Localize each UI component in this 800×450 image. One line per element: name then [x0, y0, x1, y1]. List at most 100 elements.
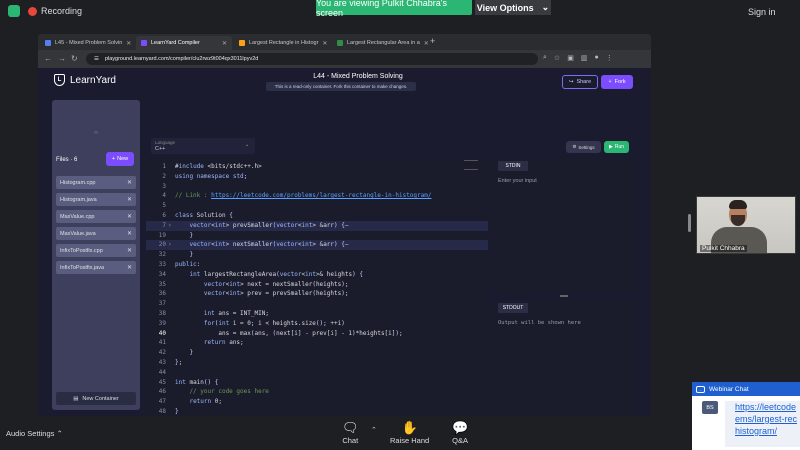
code-line[interactable]: 19 } [146, 231, 488, 241]
recording-icon [28, 7, 37, 16]
close-icon[interactable]: ✕ [127, 247, 132, 254]
reload-icon[interactable]: ↻ [71, 54, 78, 63]
share-button[interactable]: ↪ Share [562, 75, 598, 89]
code-line[interactable]: 43}; [146, 358, 488, 368]
language-select[interactable]: Language C++ ⌄ [151, 138, 255, 154]
code-editor[interactable]: 1 #include <bits/stdc++.h> 2 using namespac… [146, 158, 488, 416]
pane-divider[interactable] [492, 293, 636, 300]
drag-handle-icon[interactable] [560, 295, 568, 297]
file-item[interactable]: MaxValue.java ✕ [56, 227, 136, 240]
file-item[interactable]: Histogram.java ✕ [56, 193, 136, 206]
qa-label: Q&A [452, 436, 469, 445]
close-icon[interactable]: ✕ [127, 213, 132, 220]
star-icon[interactable]: ☆ [554, 54, 560, 62]
chat-header[interactable]: … Webinar Chat [692, 382, 800, 396]
site-info-icon[interactable]: ☰ [94, 56, 99, 62]
fork-icon: ⑂ [608, 79, 612, 85]
code-line[interactable]: 33 public: [146, 260, 488, 270]
brand-logo[interactable]: L LearnYard [54, 74, 116, 86]
code-text: } [189, 251, 194, 259]
code-text: vector<int> nextSmaller(vector<int> &arr… [189, 241, 349, 249]
code-line[interactable]: 39 for(int i = 0; i < heights.size(); ++… [146, 319, 488, 329]
browser-window: L45 - Mixed Problem Solvin ✕ LearnYard Co… [38, 34, 651, 416]
stdin-placeholder: Enter your input [498, 178, 537, 184]
view-options-button[interactable]: View Options ⌄ [475, 0, 551, 15]
fold-toggle-icon[interactable]: › [168, 221, 172, 231]
new-file-button[interactable]: + New [106, 152, 134, 166]
raise-hand-button[interactable]: ✋ Raise Hand [390, 420, 429, 445]
code-line[interactable]: 3 [146, 182, 488, 192]
webinar-chat-panel: … Webinar Chat BS https://leetcode ems/la… [692, 382, 800, 450]
new-container-button[interactable]: ▤ New Container [56, 392, 136, 405]
new-tab-icon[interactable]: + [430, 36, 435, 46]
code-line[interactable]: 2 using namespace std; [146, 172, 488, 182]
code-line[interactable]: 38 int ans = INT_MIN; [146, 309, 488, 319]
close-icon[interactable]: ✕ [127, 264, 132, 271]
code-line[interactable]: 1 #include <bits/stdc++.h> [146, 162, 488, 172]
code-line[interactable]: 48} [146, 407, 488, 416]
extension-icon[interactable]: ▣ [567, 54, 574, 62]
code-line[interactable]: 32 } [146, 250, 488, 260]
code-line[interactable]: 47 return 0; [146, 397, 488, 407]
stdout-label: STDOUT [498, 303, 528, 313]
code-line[interactable]: 5 [146, 201, 488, 211]
audio-settings-button[interactable]: Audio Settings ⌃ [6, 429, 63, 438]
forward-icon[interactable]: → [58, 54, 66, 63]
chevron-up-icon[interactable]: ⌃ [371, 426, 377, 434]
back-icon[interactable]: ← [44, 54, 52, 63]
url-input[interactable]: ☰ playground.learnyard.com/compiler/clu2r… [86, 53, 538, 65]
close-icon[interactable]: ✕ [126, 40, 131, 47]
file-item[interactable]: MaxValue.cpp ✕ [56, 210, 136, 223]
code-line[interactable]: 36 vector<int> prev = prevSmaller(height… [146, 289, 488, 299]
code-line[interactable]: 44 [146, 368, 488, 378]
stdin-pane[interactable]: STDIN Enter your input [492, 158, 636, 293]
code-line[interactable]: 42 } [146, 348, 488, 358]
profile-icon[interactable]: ● [594, 54, 598, 62]
close-icon[interactable]: ✕ [127, 230, 132, 237]
line-number: 45 [158, 378, 166, 386]
chat-message-link[interactable]: https://leetcode ems/largest-rec histogr… [725, 401, 800, 447]
sign-in-link[interactable]: Sign in [748, 7, 776, 17]
browser-tab[interactable]: Largest Rectangular Area in a ✕ [332, 36, 428, 50]
chat-button[interactable]: 🗨 Chat [342, 420, 359, 445]
code-line[interactable]: 34 int largestRectangleArea(vector<int>&… [146, 270, 488, 280]
file-item[interactable]: InfixToPostfix.cpp ✕ [56, 244, 136, 257]
line-number: 37 [158, 300, 166, 308]
run-button[interactable]: ▶ Run [604, 141, 629, 153]
code-line[interactable]: 35 vector<int> next = nextSmaller(height… [146, 280, 488, 290]
browser-tab[interactable]: L45 - Mixed Problem Solvin ✕ [40, 36, 134, 50]
code-line[interactable]: 45 int main() { [146, 378, 488, 388]
sidebar-icon[interactable]: ▥ [581, 54, 588, 62]
security-shield-icon[interactable] [8, 5, 20, 17]
file-item[interactable]: InfixToPostfix.java ✕ [56, 261, 136, 274]
close-icon[interactable]: ✕ [424, 40, 428, 47]
participant-video[interactable]: Pulkit Chhabra [696, 196, 796, 254]
code-line[interactable]: 37 [146, 299, 488, 309]
code-line[interactable]: 7 › vector<int> prevSmaller(vector<int> &… [146, 220, 488, 231]
code-line[interactable]: 46 // your code goes here [146, 387, 488, 397]
code-text: } [189, 349, 194, 357]
code-line[interactable]: 40 ans = max(ans, (next[i] - prev[i] - 1… [146, 329, 488, 339]
close-icon[interactable]: ✕ [222, 40, 227, 47]
fold-toggle-icon[interactable]: › [168, 240, 172, 250]
close-icon[interactable]: ✕ [127, 196, 132, 203]
settings-button[interactable]: ⚙ Settings [566, 141, 601, 153]
collapse-sidebar-icon[interactable]: ‹› [94, 130, 98, 136]
code-text: vector<int> prevSmaller(vector<int> &arr… [189, 221, 349, 229]
code-line[interactable]: 6 class Solution { [146, 211, 488, 221]
fork-button[interactable]: ⑂ Fork [601, 75, 633, 89]
chevron-up-icon: ⌃ [56, 429, 63, 438]
menu-icon[interactable]: ⋮ [606, 54, 613, 62]
zoom-icon[interactable]: ⌕ [543, 54, 547, 62]
qa-button[interactable]: 💬 Q&A [452, 420, 468, 445]
close-icon[interactable]: ✕ [322, 40, 327, 47]
browser-tab[interactable]: Largest Rectangle in Histogr ✕ [234, 36, 330, 50]
code-line[interactable]: 20 › vector<int> nextSmaller(vector<int> … [146, 240, 488, 251]
browser-tab-active[interactable]: LearnYard Compiler ✕ [136, 36, 232, 50]
participant-name: Pulkit Chhabra [700, 245, 747, 252]
code-line[interactable]: 41 return ans; [146, 338, 488, 348]
file-item[interactable]: Histogram.cpp ✕ [56, 176, 136, 189]
code-line[interactable]: 4 // Link : https://leetcode.com/problems… [146, 191, 488, 201]
panel-resize-handle[interactable] [688, 214, 691, 232]
close-icon[interactable]: ✕ [127, 179, 132, 186]
